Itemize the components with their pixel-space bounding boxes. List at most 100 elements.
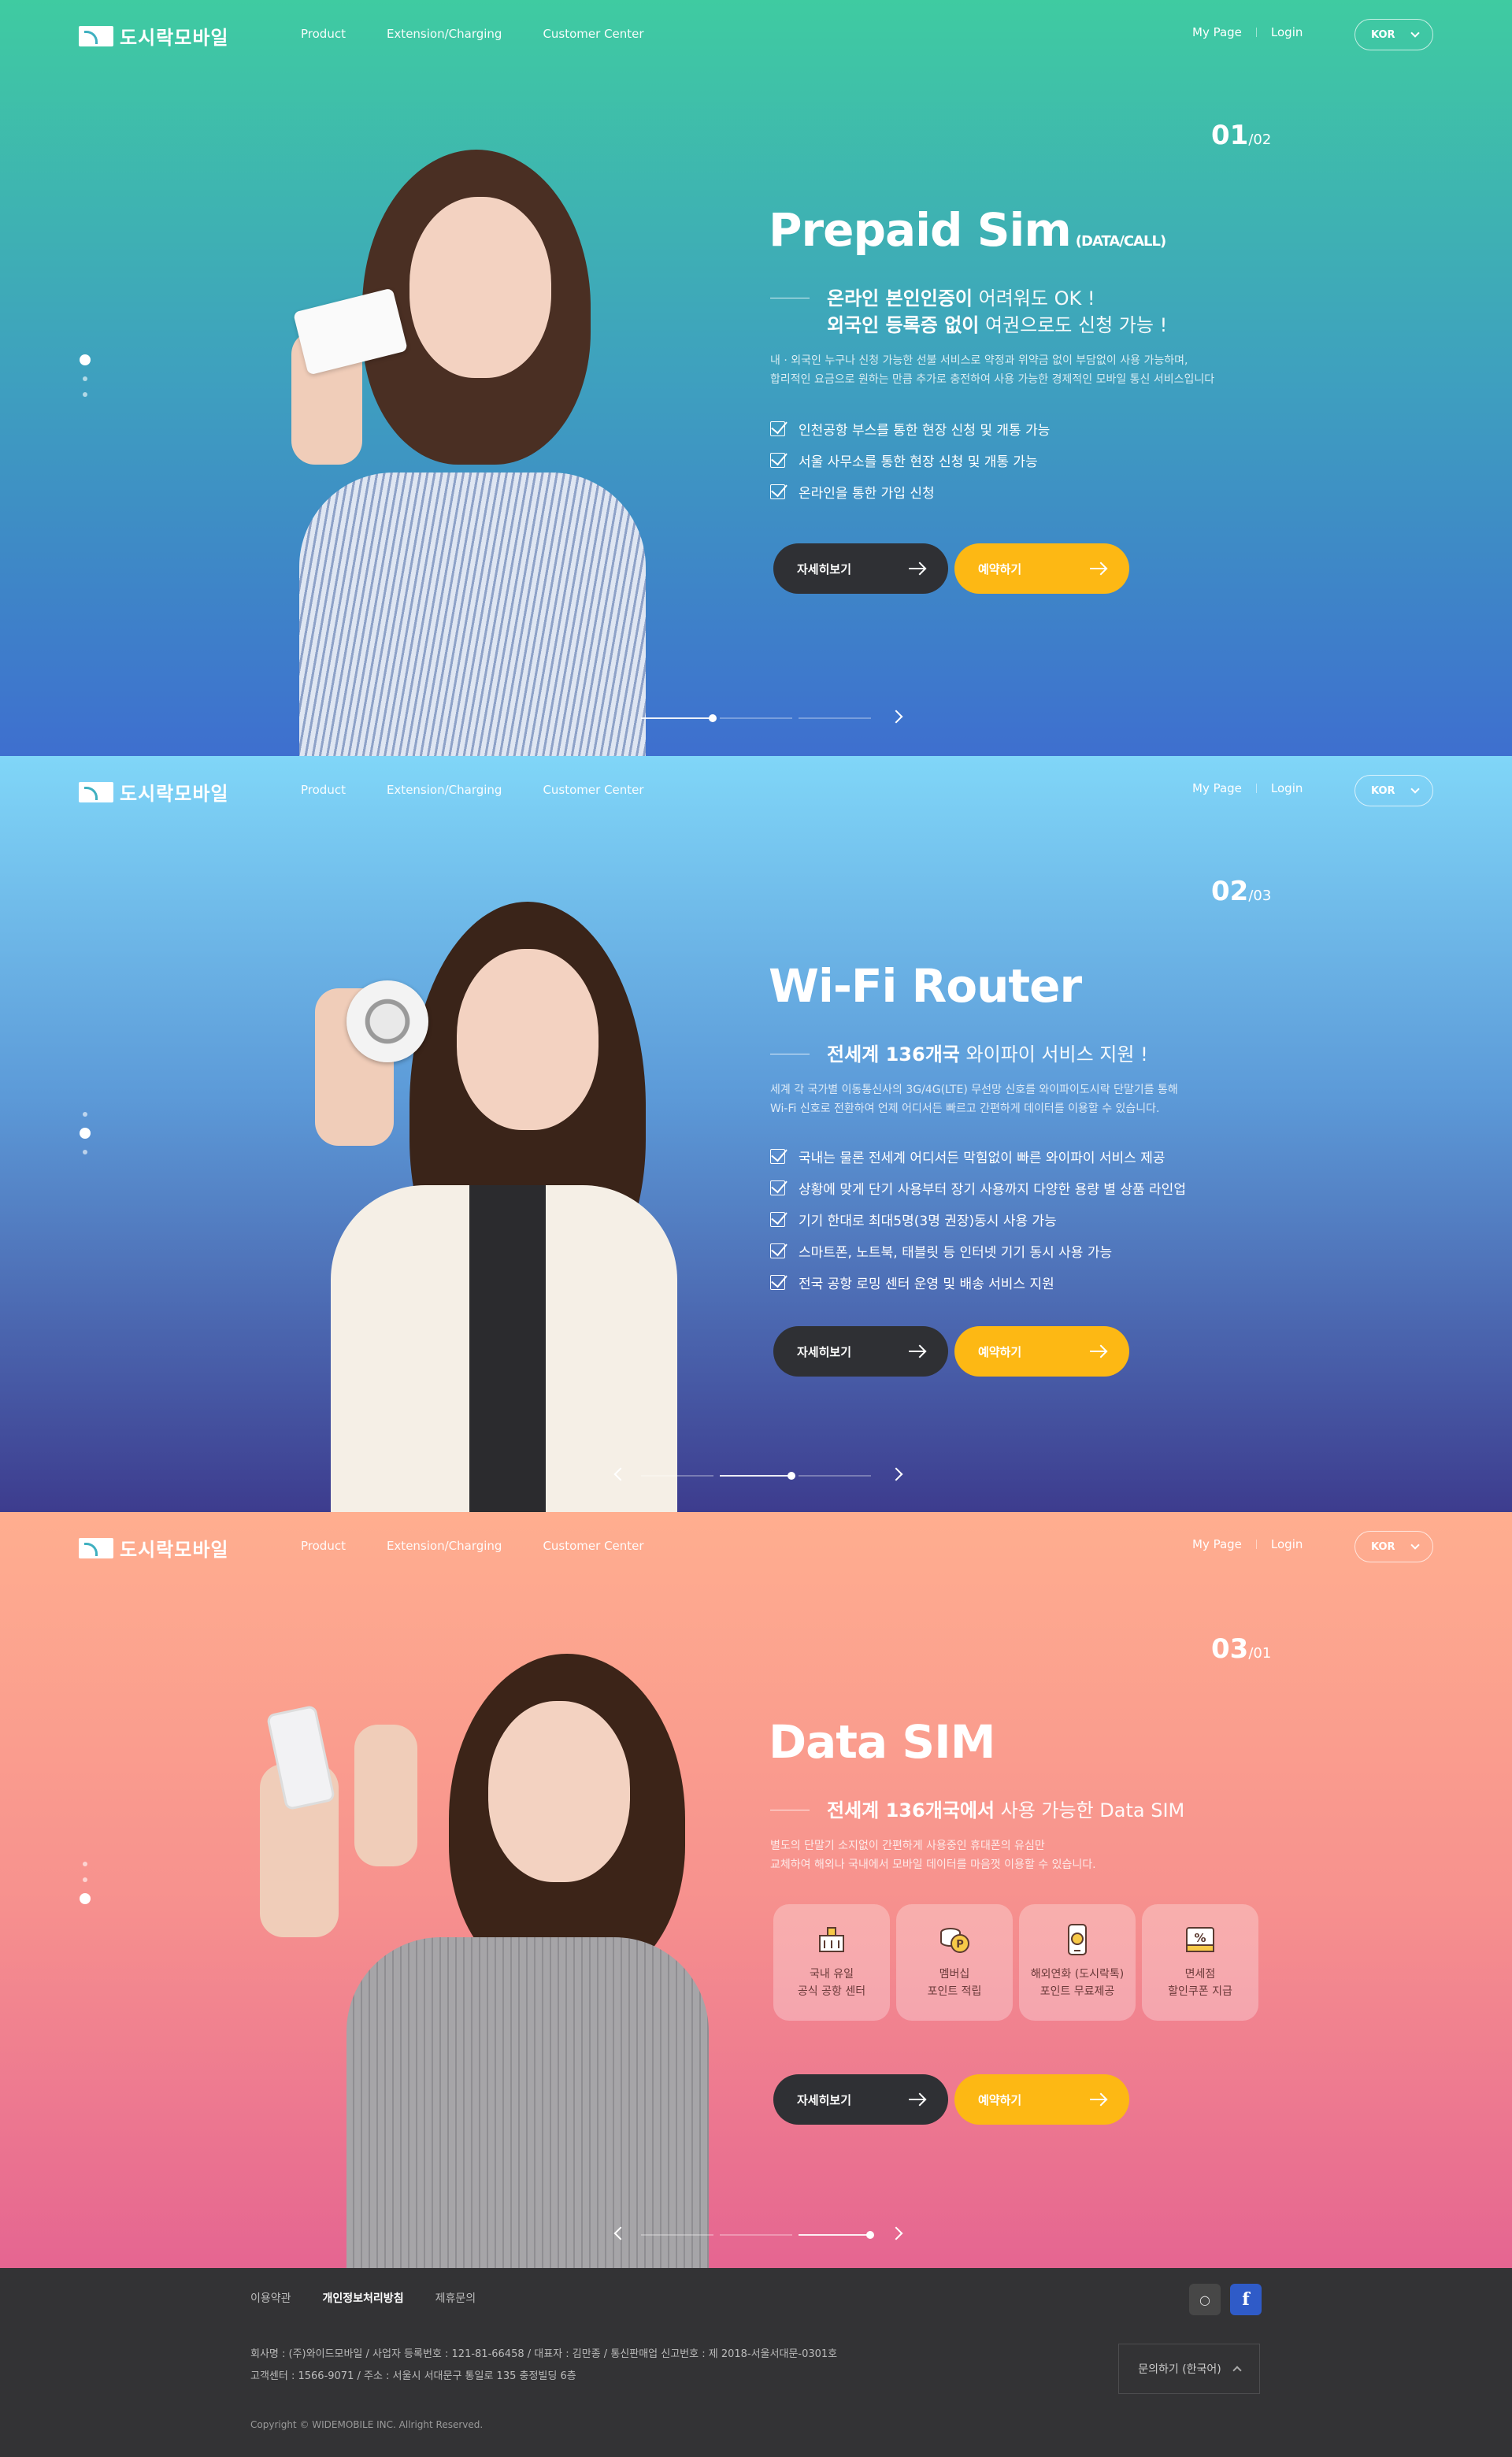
login-link[interactable]: Login: [1271, 1537, 1303, 1551]
language-select[interactable]: KOR: [1354, 1531, 1433, 1562]
pager-bar-1[interactable]: [641, 714, 717, 722]
arrow-right-icon: [909, 1351, 925, 1352]
side-dot-3[interactable]: [80, 1893, 91, 1904]
slide-title: Wi-Fi Router: [769, 959, 1082, 1013]
chevron-down-icon: [1410, 1540, 1420, 1550]
footer: 이용약관 개인정보처리방침 제휴문의 ○ f 회사명 : (주)와이드모바일 /…: [0, 2268, 1512, 2457]
chat-talk-icon[interactable]: ○: [1189, 2284, 1221, 2315]
side-dots: [80, 354, 91, 397]
logo[interactable]: 도시락모바일: [79, 778, 228, 806]
slide-pager: [606, 2225, 906, 2244]
privacy-link[interactable]: 개인정보처리방침: [323, 2290, 404, 2306]
svg-text:P: P: [956, 1939, 964, 1951]
nav-extension-charging[interactable]: Extension/Charging: [387, 783, 502, 797]
nav-product[interactable]: Product: [301, 783, 346, 797]
nav-product[interactable]: Product: [301, 1539, 346, 1553]
side-dot-1[interactable]: [80, 354, 91, 365]
partnership-link[interactable]: 제휴문의: [435, 2290, 476, 2306]
terms-link[interactable]: 이용약관: [250, 2290, 291, 2306]
main-nav: Product Extension/Charging Customer Cent…: [301, 783, 644, 797]
slide-description: 내 · 외국인 누구나 신청 가능한 선불 서비스로 약정과 위약금 없이 부담…: [770, 354, 1215, 386]
header: 도시락모바일 Product Extension/Charging Custom…: [0, 1512, 1512, 1583]
detail-button[interactable]: 자세히보기: [773, 543, 948, 594]
reserve-button[interactable]: 예약하기: [954, 2074, 1129, 2125]
slide-lead: 온라인 본인인증이 어려워도 OK ! 외국인 등록증 없이 여권으로도 신청 …: [770, 285, 1167, 339]
logo-icon: [79, 1537, 113, 1558]
pager-bar-1[interactable]: [641, 1475, 713, 1477]
pager-bar-3[interactable]: [799, 1475, 871, 1477]
side-dot-2[interactable]: [83, 376, 87, 381]
logo[interactable]: 도시락모바일: [79, 22, 228, 50]
coin-point-icon: P: [936, 1922, 973, 1958]
discount-coupon-icon: %: [1182, 1922, 1218, 1958]
feature-card[interactable]: P 멤버십 포인트 적립: [896, 1904, 1013, 2021]
feature-card[interactable]: 국내 유일 공식 공항 센터: [773, 1904, 890, 2021]
airport-building-icon: [813, 1922, 850, 1958]
slide-pager: [606, 709, 906, 728]
pager-bar-3[interactable]: [799, 2231, 874, 2239]
mypage-link[interactable]: My Page: [1192, 781, 1242, 795]
check-icon: [770, 420, 788, 437]
nav-extension-charging[interactable]: Extension/Charging: [387, 1539, 502, 1553]
feature-card[interactable]: % 면세점 할인쿠폰 지급: [1142, 1904, 1258, 2021]
side-dot-2[interactable]: [80, 1128, 91, 1139]
side-dots: [80, 1112, 91, 1154]
slide-counter: 03/01: [1211, 1633, 1272, 1665]
main-nav: Product Extension/Charging Customer Cent…: [301, 1539, 644, 1553]
prev-arrow-icon[interactable]: [613, 2226, 628, 2240]
facebook-icon[interactable]: f: [1230, 2284, 1262, 2315]
detail-button[interactable]: 자세히보기: [773, 1326, 948, 1377]
reserve-button[interactable]: 예약하기: [954, 1326, 1129, 1377]
logo-icon: [79, 25, 113, 46]
slide-pager: [606, 1466, 906, 1485]
wifi-router-image: [346, 980, 428, 1062]
pager-bar-1[interactable]: [641, 2234, 713, 2236]
mypage-link[interactable]: My Page: [1192, 25, 1242, 39]
check-item: 인천공항 부스를 통한 현장 신청 및 개통 가능: [770, 413, 1050, 444]
check-item: 상황에 맞게 단기 사용부터 장기 사용까지 다양한 용량 별 상품 라인업: [770, 1172, 1186, 1203]
login-link[interactable]: Login: [1271, 781, 1303, 795]
pager-bar-3[interactable]: [799, 717, 871, 719]
detail-button[interactable]: 자세히보기: [773, 2074, 948, 2125]
pager-bar-2[interactable]: [720, 717, 792, 719]
header: 도시락모바일 Product Extension/Charging Custom…: [0, 0, 1512, 71]
pager-bar-2[interactable]: [720, 2234, 792, 2236]
next-arrow-icon[interactable]: [889, 2226, 903, 2240]
reserve-button[interactable]: 예약하기: [954, 543, 1129, 594]
check-icon: [770, 451, 788, 469]
login-link[interactable]: Login: [1271, 25, 1303, 39]
prev-arrow-icon[interactable]: [613, 1467, 628, 1481]
nav-customer-center[interactable]: Customer Center: [543, 27, 643, 41]
pager-bar-2[interactable]: [720, 1472, 795, 1480]
arrow-right-icon: [909, 2099, 925, 2100]
nav-extension-charging[interactable]: Extension/Charging: [387, 27, 502, 41]
language-select[interactable]: KOR: [1354, 775, 1433, 806]
chevron-down-icon: [1410, 28, 1420, 38]
nav-customer-center[interactable]: Customer Center: [543, 1539, 643, 1553]
inquiry-select[interactable]: 문의하기 (한국어): [1118, 2344, 1260, 2394]
divider: [1255, 28, 1257, 37]
next-arrow-icon[interactable]: [889, 1467, 903, 1481]
side-dot-1[interactable]: [83, 1862, 87, 1866]
social-links: ○ f: [1189, 2284, 1262, 2315]
nav-product[interactable]: Product: [301, 27, 346, 41]
language-value: KOR: [1371, 28, 1395, 41]
slide-description: 별도의 단말기 소지없이 간편하게 사용중인 휴대폰의 유심만 교체하여 해외나…: [770, 1840, 1096, 1871]
mypage-link[interactable]: My Page: [1192, 1537, 1242, 1551]
language-select[interactable]: KOR: [1354, 19, 1433, 50]
next-arrow-icon[interactable]: [889, 710, 903, 724]
side-dot-3[interactable]: [83, 392, 87, 397]
utility-links: My Page Login: [1192, 25, 1303, 39]
phone-call-icon: [1059, 1922, 1095, 1958]
divider: [1255, 784, 1257, 793]
check-item: 온라인을 통한 가입 신청: [770, 476, 1050, 507]
side-dot-2[interactable]: [83, 1877, 87, 1882]
slide-title: Prepaid Sim (DATA/CALL): [769, 203, 1166, 257]
slide-prepaid-sim: 도시락모바일 Product Extension/Charging Custom…: [0, 0, 1512, 756]
check-icon: [770, 483, 788, 500]
feature-card[interactable]: 해외연화 (도시락톡) 포인트 무료제공: [1019, 1904, 1136, 2021]
nav-customer-center[interactable]: Customer Center: [543, 783, 643, 797]
side-dot-3[interactable]: [83, 1150, 87, 1154]
logo[interactable]: 도시락모바일: [79, 1534, 228, 1562]
side-dot-1[interactable]: [83, 1112, 87, 1117]
